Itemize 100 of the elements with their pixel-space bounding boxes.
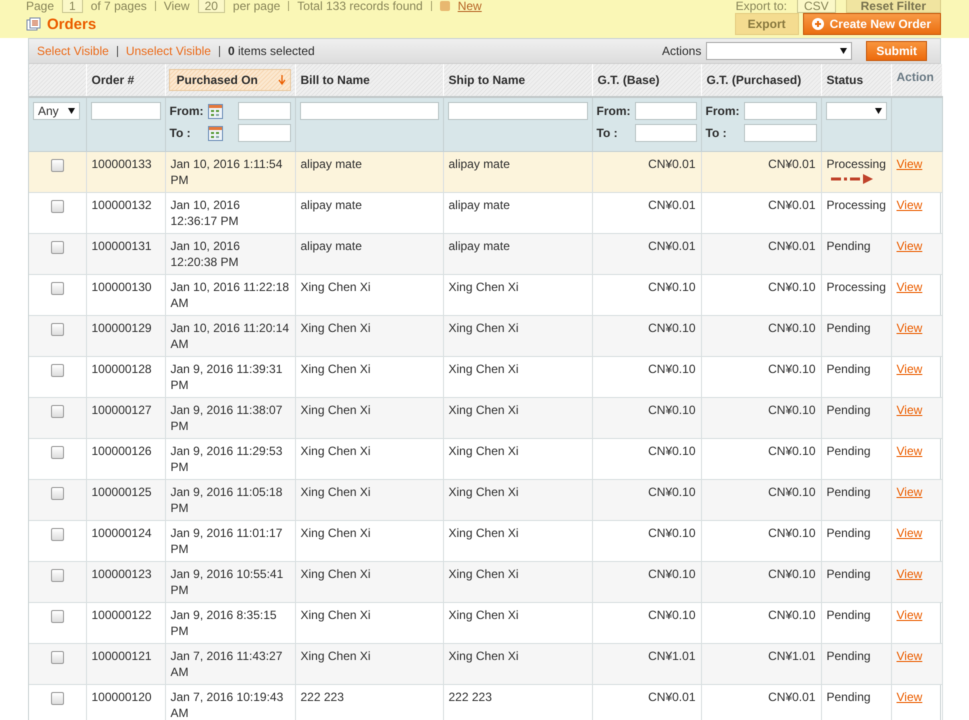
ship-to-name: Xing Chen Xi: [443, 480, 592, 520]
order-number: 100000129: [86, 316, 165, 356]
purchase-date: Jan 7, 2016 11:43:27 AM: [165, 644, 295, 684]
submit-button[interactable]: Submit: [866, 41, 927, 61]
page-label: Page: [26, 0, 54, 12]
export-button[interactable]: Export: [734, 13, 799, 35]
filter-input[interactable]: [300, 102, 438, 120]
column-header[interactable]: Order #: [86, 64, 165, 97]
range-label: From:: [706, 104, 740, 118]
order-number: 100000121: [86, 644, 165, 684]
filter-input[interactable]: [634, 102, 696, 120]
calendar-icon: [208, 104, 222, 118]
row-checkbox[interactable]: [50, 159, 64, 172]
column-header[interactable]: Status: [821, 64, 891, 97]
purchase-date: Jan 10, 2016 12:20:38 PM: [165, 234, 295, 274]
ship-to-name: Xing Chen Xi: [443, 398, 592, 438]
row-checkbox[interactable]: [50, 200, 64, 213]
column-header[interactable]: Bill to Name: [295, 64, 443, 97]
grand-total-base: CN¥0.01: [592, 234, 701, 274]
plus-icon: [812, 18, 824, 30]
reset-filter-button[interactable]: Reset Filter: [846, 0, 941, 13]
filter-input[interactable]: [634, 124, 696, 142]
filter-input[interactable]: [238, 124, 290, 142]
page-title: Orders: [47, 16, 96, 32]
grand-total-base: CN¥1.01: [592, 644, 701, 684]
filter-input[interactable]: [744, 124, 816, 142]
purchase-date: Jan 9, 2016 11:38:07 PM: [165, 398, 295, 438]
selected-count: 0 items selected: [228, 44, 315, 58]
row-checkbox[interactable]: [50, 241, 64, 254]
grand-total-purchased: CN¥0.10: [701, 316, 821, 356]
row-checkbox[interactable]: [50, 692, 64, 705]
export-label: Export to:: [736, 0, 787, 12]
view-link[interactable]: View: [896, 444, 922, 458]
view-link[interactable]: View: [896, 157, 922, 171]
row-checkbox[interactable]: [50, 528, 64, 541]
grand-total-purchased: CN¥0.01: [701, 234, 821, 274]
create-order-button[interactable]: Create New Order: [802, 13, 941, 35]
purchase-date: Jan 7, 2016 10:19:43 AM: [165, 684, 295, 720]
column-header[interactable]: Purchased On: [165, 64, 295, 97]
records-total: Total 133 records found: [297, 0, 423, 12]
purchase-date: Jan 9, 2016 11:05:18 PM: [165, 480, 295, 520]
actions-select[interactable]: [706, 42, 852, 60]
per-page-select[interactable]: 20: [198, 0, 225, 13]
order-number: 100000127: [86, 398, 165, 438]
grand-total-base: CN¥0.10: [592, 398, 701, 438]
view-link[interactable]: View: [896, 608, 922, 622]
row-checkbox[interactable]: [50, 651, 64, 664]
order-status: Pending: [826, 402, 872, 418]
filter-input[interactable]: [448, 102, 588, 120]
filter-input[interactable]: [744, 102, 816, 120]
grand-total-base: CN¥0.10: [592, 480, 701, 520]
row-checkbox[interactable]: [50, 610, 64, 623]
grand-total-base: CN¥0.10: [592, 562, 701, 602]
ship-to-name: 222 223: [443, 684, 592, 720]
grand-total-base: CN¥0.01: [592, 684, 701, 720]
column-header[interactable]: G.T. (Base): [592, 64, 701, 97]
column-header[interactable]: G.T. (Purchased): [701, 64, 821, 97]
filter-input[interactable]: [90, 102, 160, 120]
view-link[interactable]: View: [896, 526, 922, 540]
grand-total-purchased: CN¥0.01: [701, 684, 821, 720]
order-status: Pending: [826, 607, 872, 623]
order-status: Processing: [826, 197, 886, 213]
row-checkbox[interactable]: [50, 569, 64, 582]
view-link[interactable]: View: [896, 690, 922, 704]
sort-arrow-icon: [278, 75, 286, 85]
grand-total-purchased: CN¥0.01: [701, 152, 821, 192]
row-checkbox[interactable]: [50, 323, 64, 336]
page-number-field[interactable]: 1: [62, 0, 83, 13]
export-format-select[interactable]: CSV: [796, 0, 836, 13]
filter-input[interactable]: [238, 102, 290, 120]
view-link[interactable]: View: [896, 239, 922, 253]
row-checkbox[interactable]: [50, 446, 64, 459]
view-link[interactable]: View: [896, 280, 922, 294]
select-visible-link[interactable]: Select Visible: [37, 44, 109, 58]
view-link[interactable]: View: [896, 567, 922, 581]
grand-total-purchased: CN¥1.01: [701, 644, 821, 684]
rss-link[interactable]: New: [458, 0, 482, 12]
row-checkbox[interactable]: [50, 405, 64, 418]
order-number: 100000133: [86, 152, 165, 192]
order-status: Pending: [826, 320, 872, 336]
view-link[interactable]: View: [896, 403, 922, 417]
unselect-visible-link[interactable]: Unselect Visible: [126, 44, 211, 58]
filter-select[interactable]: [826, 102, 886, 120]
view-link[interactable]: View: [896, 485, 922, 499]
dropdown-arrow-icon: [68, 108, 75, 114]
purchase-date: Jan 10, 2016 11:20:14 AM: [165, 316, 295, 356]
bill-to-name: Xing Chen Xi: [295, 480, 443, 520]
filter-select[interactable]: Any: [33, 102, 80, 120]
calendar-icon: [208, 126, 222, 140]
view-link[interactable]: View: [896, 321, 922, 335]
bill-to-name: alipay mate: [295, 234, 443, 274]
view-link[interactable]: View: [896, 649, 922, 663]
row-checkbox[interactable]: [50, 282, 64, 295]
view-link[interactable]: View: [896, 362, 922, 376]
row-checkbox[interactable]: [50, 487, 64, 500]
view-link[interactable]: View: [896, 198, 922, 212]
row-checkbox[interactable]: [50, 364, 64, 377]
purchase-date: Jan 10, 2016 1:11:54 PM: [165, 152, 295, 192]
column-header[interactable]: Ship to Name: [443, 64, 592, 97]
bill-to-name: Xing Chen Xi: [295, 316, 443, 356]
